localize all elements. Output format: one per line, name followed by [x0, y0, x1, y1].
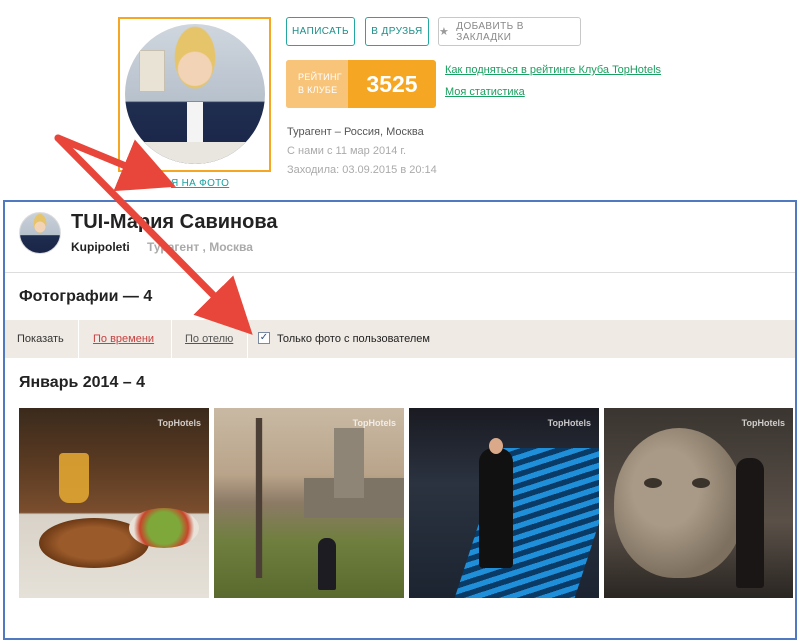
castle-tower [334, 428, 364, 498]
me-on-photo-link[interactable]: Я НА ФОТО [171, 178, 229, 189]
rating-label: РЕЙТИНГ В КЛУБЕ [286, 60, 348, 108]
photo-watermark: TopHotels [741, 418, 785, 428]
month-group-title: Январь 2014 – 4 [19, 374, 146, 391]
add-bookmark-label: ДОБАВИТЬ В ЗАКЛАДКИ [456, 20, 524, 43]
rating-label-line2: В КЛУБЕ [298, 85, 338, 95]
filter-separator [78, 320, 79, 358]
club-rating-badge: РЕЙТИНГ В КЛУБЕ 3525 [286, 60, 436, 108]
member-since: С нами с 11 мар 2014 г. [287, 145, 407, 157]
only-with-user-checkbox[interactable]: ✓ [258, 332, 270, 344]
lit-staircase [454, 448, 599, 598]
photo-thumbnail-food[interactable]: TopHotels [19, 408, 209, 598]
write-message-button[interactable]: НАПИСАТЬ [286, 17, 355, 46]
avatar-shirt [187, 102, 203, 142]
giant-head-sculpture [614, 428, 744, 578]
user-role-location: Турагент – Россия, Москва [287, 126, 424, 138]
photo-thumbnail-escalator[interactable]: TopHotels [409, 408, 599, 598]
my-stats-link[interactable]: Моя статистика [445, 86, 525, 98]
photo-watermark: TopHotels [547, 418, 591, 428]
avatar-background-poster [139, 50, 165, 92]
avatar-desk [125, 142, 265, 164]
user-name: TUI-Мария Савинова [71, 211, 278, 233]
person-face [489, 438, 503, 454]
beer-glass [59, 453, 89, 503]
rating-value: 3525 [366, 70, 418, 97]
profile-avatar-frame[interactable] [118, 17, 271, 172]
filter-by-time[interactable]: По времени [93, 333, 154, 345]
sculpture-eye [644, 478, 662, 488]
user-company[interactable]: Kupipoleti [71, 240, 130, 254]
photos-page-frame: TUI-Мария Савинова Kupipoleti Турагент ,… [3, 200, 797, 640]
photo-thumbnail-castle[interactable]: TopHotels [214, 408, 404, 598]
filter-separator [247, 320, 248, 358]
only-with-user-label[interactable]: Только фото с пользователем [277, 333, 430, 345]
photo-watermark: TopHotels [352, 418, 396, 428]
user-avatar-small[interactable] [19, 212, 61, 254]
rating-label-line1: РЕЙТИНГ [298, 72, 342, 82]
dish-salad [129, 508, 199, 548]
checkmark-icon: ✓ [259, 332, 269, 343]
filter-by-hotel[interactable]: По отелю [185, 333, 233, 345]
photos-title: Фотографии — 4 [19, 288, 153, 305]
how-to-rise-link[interactable]: Как подняться в рейтинге Клуба TopHotels [445, 64, 661, 76]
divider [5, 272, 795, 273]
photo-filter-bar: Показать По времени По отелю ✓ Только фо… [5, 320, 795, 358]
photo-watermark: TopHotels [157, 418, 201, 428]
add-bookmark-button[interactable]: ★ ДОБАВИТЬ В ЗАКЛАДКИ [438, 17, 581, 46]
person-figure [479, 448, 513, 568]
last-visit: Заходила: 03.09.2015 в 20:14 [287, 164, 437, 176]
photo-thumbnail-sculpture[interactable]: TopHotels [604, 408, 793, 598]
filter-show-label: Показать [17, 333, 64, 345]
person-figure [318, 538, 336, 590]
person-figure [736, 458, 764, 588]
sculpture-eye [692, 478, 710, 488]
user-subtitle: Турагент , Москва [147, 240, 253, 254]
star-icon: ★ [439, 26, 450, 38]
filter-separator [171, 320, 172, 358]
add-friend-button[interactable]: В ДРУЗЬЯ [365, 17, 429, 46]
bare-tree [224, 418, 294, 578]
profile-avatar [125, 24, 265, 164]
